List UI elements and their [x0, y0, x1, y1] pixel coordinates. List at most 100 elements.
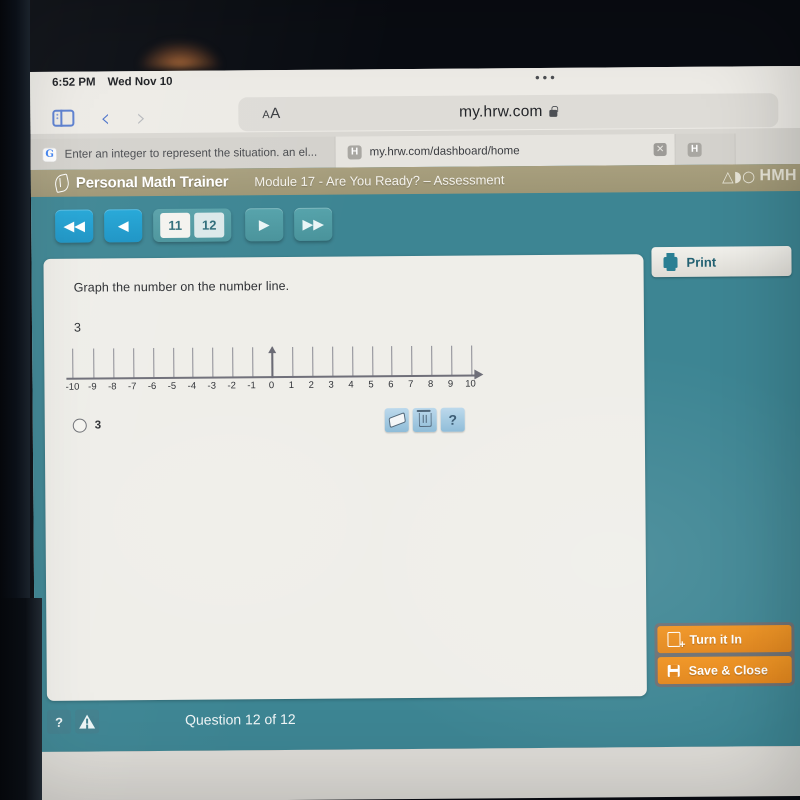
number-line-tick — [371, 346, 373, 377]
number-line-tick-label: -1 — [247, 380, 256, 392]
footer-icons: ? — [47, 709, 100, 734]
submit-document-icon — [667, 631, 681, 648]
number-line-tick-label: -8 — [108, 381, 117, 393]
browser-tab-1[interactable]: G Enter an integer to represent the situ… — [30, 136, 336, 170]
number-line-tick — [93, 348, 95, 379]
tab-title-2: my.hrw.com/dashboard/home — [369, 144, 520, 158]
number-line-tick-label: 4 — [348, 379, 354, 391]
number-line-tick — [311, 346, 314, 377]
number-line-tick — [232, 347, 234, 378]
number-line-tick-label: -5 — [167, 380, 177, 392]
question-prompt: Graph the number on the number line. — [73, 278, 290, 295]
number-line-tick-label: -7 — [127, 381, 137, 393]
submit-button-group: Turn it In Save & Close — [654, 622, 795, 688]
last-question-button[interactable]: ▶▶ — [294, 207, 333, 241]
hmh-icon: H — [687, 142, 702, 157]
floppy-disk-icon — [667, 664, 680, 677]
number-line-tick-label: -2 — [227, 380, 236, 392]
eraser-icon — [388, 412, 406, 429]
page-chip-12[interactable]: 12 — [194, 212, 225, 238]
number-line-tick-label: -10 — [65, 381, 80, 393]
turn-it-in-label: Turn it In — [689, 631, 743, 647]
number-line-tick — [431, 345, 433, 376]
browser-tab-2[interactable]: H my.hrw.com/dashboard/home ✕ — [335, 133, 676, 168]
save-and-close-label: Save & Close — [688, 662, 768, 678]
address-bar[interactable]: AA my.hrw.com — [238, 93, 779, 132]
tab-strip: G Enter an integer to represent the situ… — [30, 127, 800, 170]
module-title: Module 17 - Are You Ready? – Assessment — [254, 172, 505, 190]
question-counter: Question 12 of 12 — [185, 710, 296, 728]
trash-icon — [418, 412, 432, 427]
number-line-tick-label: 0 — [268, 380, 275, 392]
number-line-tick-label: 6 — [388, 379, 394, 391]
page-chip-11[interactable]: 11 — [160, 212, 191, 238]
question-value: 3 — [73, 320, 82, 335]
answer-label: 3 — [94, 419, 102, 432]
print-label: Print — [686, 254, 717, 270]
screenshot-root: 6:52 PM Wed Nov 10 ••• ‹ › AA my.hrw.com — [0, 0, 800, 800]
browser-tab-3[interactable]: H — [675, 133, 736, 165]
answer-row[interactable]: 3 — [72, 418, 102, 433]
first-question-button[interactable]: ◀◀ — [55, 209, 94, 243]
url-text: my.hrw.com — [458, 102, 543, 121]
number-line-tick — [192, 347, 194, 378]
number-line-cursor[interactable] — [271, 352, 273, 379]
number-line-tick — [451, 345, 453, 376]
tablet-screen: 6:52 PM Wed Nov 10 ••• ‹ › AA my.hrw.com — [30, 65, 800, 800]
status-date: Wed Nov 10 — [107, 75, 173, 89]
turn-it-in-button[interactable]: Turn it In — [657, 625, 792, 654]
printer-icon — [663, 256, 678, 268]
page-bottom-area — [35, 745, 800, 800]
close-icon[interactable]: ✕ — [653, 143, 667, 157]
ellipsis-icon[interactable]: ••• — [535, 70, 558, 85]
number-line-tick — [252, 347, 254, 378]
number-line-tick — [351, 346, 353, 377]
number-line-widget[interactable]: -10 -9 -8 -7 -6 -5 -4 -3 -2 -1 0 1 2 3 4 5 6 7 8 9 10 — [62, 345, 484, 410]
warning-icon — [79, 714, 96, 729]
pmt-application: Personal Math Trainer Module 17 - Are Yo… — [30, 163, 800, 752]
number-line-tick-label: 1 — [288, 379, 295, 391]
number-line-tick-label: 8 — [427, 378, 434, 390]
help-button[interactable]: ? — [47, 709, 72, 734]
eraser-tool-button[interactable] — [384, 408, 409, 433]
warning-button[interactable] — [75, 709, 100, 734]
number-line-tick-label: -6 — [147, 381, 157, 393]
number-line-tick — [212, 347, 214, 378]
number-line-tick-label: 2 — [308, 379, 314, 391]
question-panel: Graph the number on the number line. 3 -… — [43, 254, 647, 701]
number-line-tick-label: 5 — [368, 379, 374, 391]
save-and-close-button[interactable]: Save & Close — [657, 656, 792, 685]
leaf-icon — [53, 173, 71, 194]
device-bezel-left — [0, 0, 30, 800]
answer-radio-button[interactable] — [72, 418, 87, 433]
next-question-button[interactable]: ▶ — [245, 208, 284, 242]
help-tool-button[interactable]: ? — [440, 407, 465, 432]
previous-question-button[interactable]: ◀ — [104, 209, 143, 243]
number-line-tick — [132, 348, 135, 379]
url-text-wrap: my.hrw.com — [238, 101, 778, 123]
chevron-left-icon[interactable]: ‹ — [100, 103, 110, 132]
status-bar: 6:52 PM Wed Nov 10 — [52, 76, 173, 89]
page-number-group: 11 12 — [153, 208, 232, 243]
number-line-tick — [292, 346, 294, 377]
screen-glare — [140, 42, 220, 68]
number-line-tick — [331, 346, 334, 377]
sidebar-icon[interactable] — [52, 109, 75, 127]
delete-tool-button[interactable] — [412, 407, 437, 433]
number-line-tick-label: -9 — [88, 381, 97, 393]
hmh-logo-glyphs: △◗○ — [721, 167, 756, 186]
number-line-tick-label: 10 — [465, 378, 476, 390]
number-line-tick-label: 3 — [328, 379, 334, 391]
number-line-tick — [471, 345, 473, 376]
app-brand: Personal Math Trainer — [53, 173, 229, 194]
number-line-tick-label: -4 — [187, 380, 197, 392]
app-brand-text: Personal Math Trainer — [75, 173, 229, 192]
browser-chrome: 6:52 PM Wed Nov 10 ••• ‹ › AA my.hrw.com — [30, 65, 800, 170]
number-line-tick — [391, 346, 393, 377]
number-line-tick-label: -3 — [207, 380, 217, 392]
number-line-tick — [152, 348, 155, 379]
print-button[interactable]: Print — [651, 246, 792, 278]
chevron-right-icon[interactable]: › — [136, 103, 146, 132]
tab-title-1: Enter an integer to represent the situat… — [64, 146, 318, 161]
hmh-logo-text: HMH — [759, 166, 797, 185]
